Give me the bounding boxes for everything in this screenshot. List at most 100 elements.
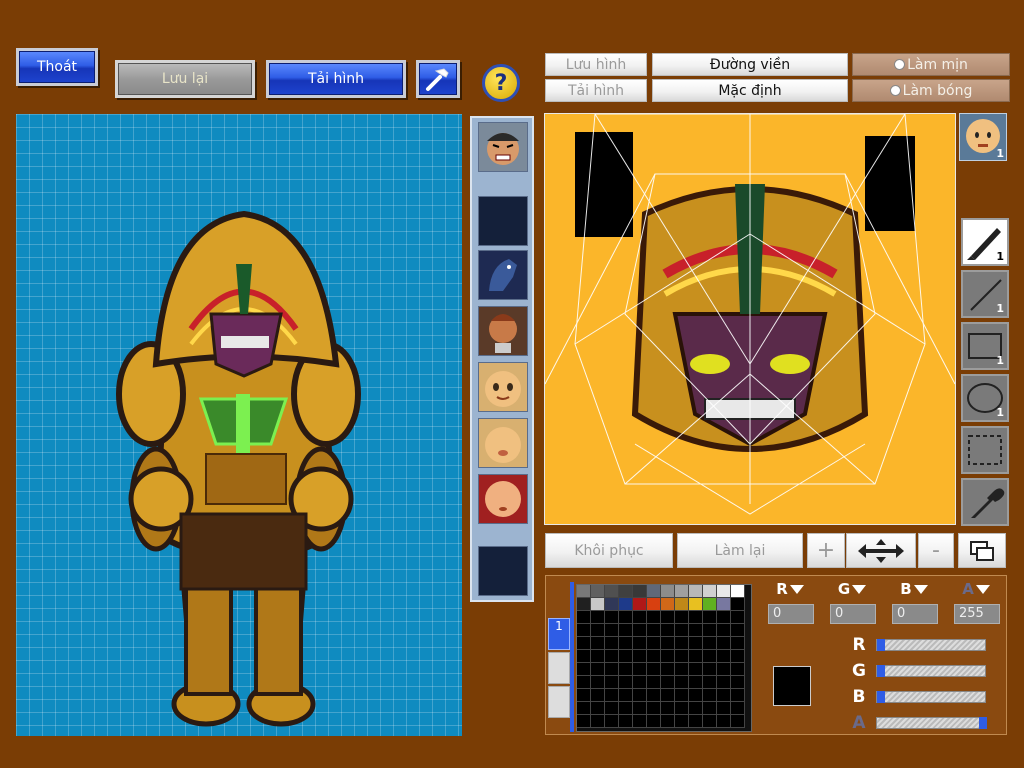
palette-swatch[interactable] xyxy=(605,585,619,598)
r-slider[interactable] xyxy=(876,639,986,651)
palette-swatch[interactable] xyxy=(619,611,633,624)
palette-swatch[interactable] xyxy=(647,598,661,611)
palette-swatch[interactable] xyxy=(731,702,745,715)
palette-swatch[interactable] xyxy=(661,702,675,715)
thumbnail-face-red[interactable] xyxy=(478,474,528,524)
palette-swatch[interactable] xyxy=(591,650,605,663)
thumbnail-horse[interactable] xyxy=(478,250,528,300)
palette-swatch[interactable] xyxy=(591,702,605,715)
palette-swatch[interactable] xyxy=(591,598,605,611)
g-slider[interactable] xyxy=(876,665,986,677)
palette-swatch[interactable] xyxy=(577,702,591,715)
palette-swatch[interactable] xyxy=(647,676,661,689)
a-slider[interactable] xyxy=(876,717,987,729)
palette-swatch[interactable] xyxy=(661,598,675,611)
palette-swatch[interactable] xyxy=(647,637,661,650)
palette-swatch[interactable] xyxy=(619,676,633,689)
palette-swatch[interactable] xyxy=(633,585,647,598)
palette-swatch[interactable] xyxy=(717,676,731,689)
palette-swatch[interactable] xyxy=(577,611,591,624)
palette-swatch[interactable] xyxy=(619,624,633,637)
palette-swatch[interactable] xyxy=(633,598,647,611)
palette-swatch[interactable] xyxy=(717,715,731,728)
load-button[interactable]: Tải hình xyxy=(266,60,406,98)
palette-swatch[interactable] xyxy=(591,689,605,702)
palette-swatch[interactable] xyxy=(717,611,731,624)
palette-swatch[interactable] xyxy=(591,663,605,676)
rectangle-tool[interactable]: 1 xyxy=(961,322,1009,370)
b-value-field[interactable]: 0 xyxy=(892,604,938,624)
palette-swatch[interactable] xyxy=(605,637,619,650)
palette-swatch[interactable] xyxy=(661,676,675,689)
palette-swatch[interactable] xyxy=(633,663,647,676)
help-button[interactable]: ? xyxy=(482,64,520,102)
palette-swatch[interactable] xyxy=(647,585,661,598)
palette-swatch[interactable] xyxy=(675,585,689,598)
smooth-radio[interactable]: Làm mịn xyxy=(852,53,1010,76)
palette-swatch[interactable] xyxy=(619,637,633,650)
palette-swatch[interactable] xyxy=(675,715,689,728)
palette-swatch[interactable] xyxy=(591,585,605,598)
palette-swatch[interactable] xyxy=(619,650,633,663)
palette-tab-1[interactable]: 1 xyxy=(548,618,570,650)
palette-swatch[interactable] xyxy=(647,715,661,728)
palette-swatch[interactable] xyxy=(731,598,745,611)
palette-swatch[interactable] xyxy=(577,650,591,663)
palette-swatch[interactable] xyxy=(731,650,745,663)
palette-swatch[interactable] xyxy=(689,650,703,663)
palette-swatch[interactable] xyxy=(605,715,619,728)
palette-swatch[interactable] xyxy=(605,689,619,702)
palette-swatch[interactable] xyxy=(577,585,591,598)
palette-swatch[interactable] xyxy=(605,650,619,663)
zoom-in-button[interactable]: + xyxy=(807,533,845,568)
palette-swatch[interactable] xyxy=(675,598,689,611)
a-header[interactable]: A xyxy=(954,579,998,599)
palette-swatch[interactable] xyxy=(577,624,591,637)
palette-swatch[interactable] xyxy=(675,689,689,702)
palette-swatch[interactable] xyxy=(731,676,745,689)
selection-tool[interactable] xyxy=(961,426,1009,474)
palette-swatch[interactable] xyxy=(717,598,731,611)
palette-swatch[interactable] xyxy=(703,663,717,676)
palette-swatch[interactable] xyxy=(661,689,675,702)
palette-swatch[interactable] xyxy=(717,663,731,676)
palette-swatch[interactable] xyxy=(717,637,731,650)
palette-swatch[interactable] xyxy=(577,637,591,650)
palette-swatch[interactable] xyxy=(605,624,619,637)
palette-swatch[interactable] xyxy=(647,624,661,637)
palette-swatch[interactable] xyxy=(605,702,619,715)
palette-swatch[interactable] xyxy=(661,663,675,676)
move-button[interactable] xyxy=(846,533,916,568)
thumbnail-empty-1[interactable] xyxy=(478,196,528,246)
ellipse-tool[interactable]: 1 xyxy=(961,374,1009,422)
palette-swatch[interactable] xyxy=(661,715,675,728)
palette-swatch[interactable] xyxy=(703,637,717,650)
a-value-field[interactable]: 255 xyxy=(954,604,1000,624)
palette-swatch[interactable] xyxy=(731,689,745,702)
palette-swatch[interactable] xyxy=(731,611,745,624)
palette-swatch[interactable] xyxy=(717,585,731,598)
save-image-button[interactable]: Lưu hình xyxy=(545,53,647,76)
palette-swatch[interactable] xyxy=(703,624,717,637)
palette-swatch[interactable] xyxy=(577,676,591,689)
palette-swatch[interactable] xyxy=(577,598,591,611)
palette-swatch[interactable] xyxy=(717,650,731,663)
palette-swatch[interactable] xyxy=(703,598,717,611)
r-slider-knob[interactable] xyxy=(877,639,885,651)
palette-swatch[interactable] xyxy=(689,689,703,702)
b-slider[interactable] xyxy=(876,691,986,703)
palette-swatch[interactable] xyxy=(731,624,745,637)
save-button[interactable]: Lưu lại xyxy=(115,60,255,98)
palette-swatch[interactable] xyxy=(689,715,703,728)
palette-swatch[interactable] xyxy=(675,663,689,676)
hammer-button[interactable] xyxy=(416,60,460,98)
palette-swatch[interactable] xyxy=(689,637,703,650)
palette-swatch[interactable] xyxy=(591,637,605,650)
a-slider-knob[interactable] xyxy=(979,717,987,729)
palette-swatch[interactable] xyxy=(647,689,661,702)
palette-swatch[interactable] xyxy=(675,637,689,650)
palette-swatch[interactable] xyxy=(591,611,605,624)
palette-swatch[interactable] xyxy=(731,585,745,598)
palette-swatch[interactable] xyxy=(633,611,647,624)
palette-swatch[interactable] xyxy=(661,637,675,650)
